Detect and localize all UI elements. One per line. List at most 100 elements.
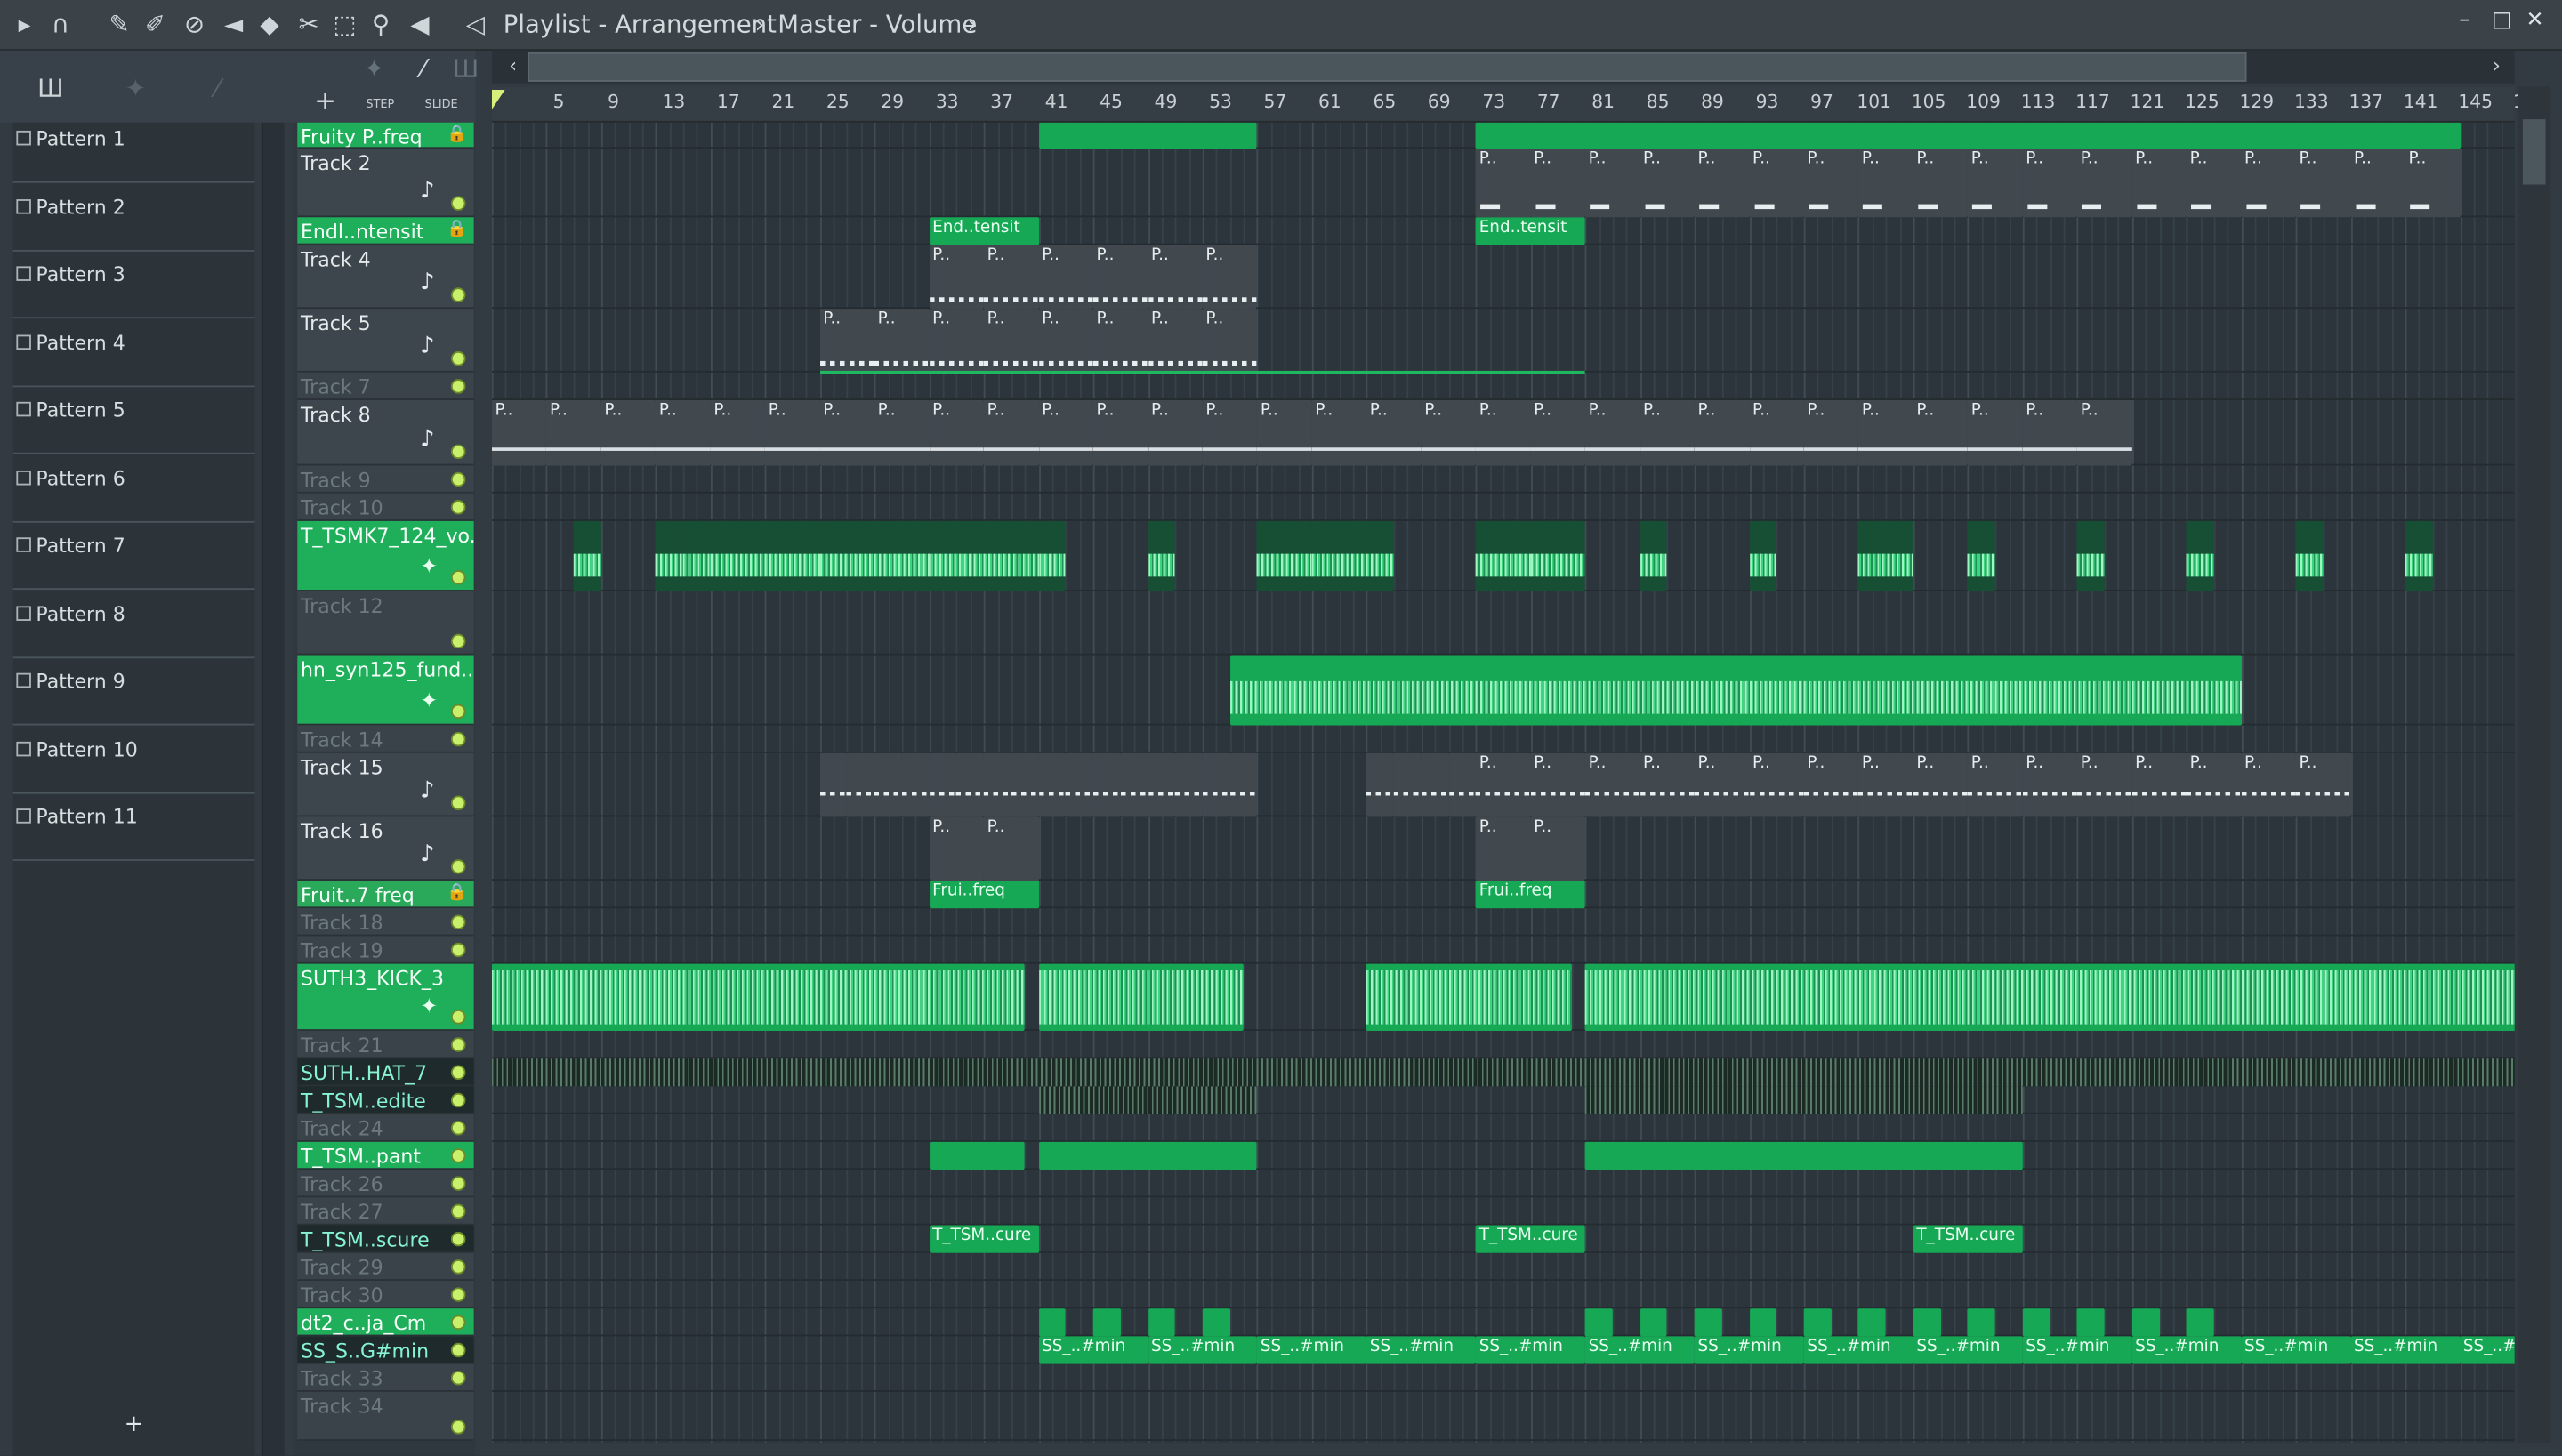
piano-icon[interactable]: Ш (36, 74, 65, 103)
audio-clip[interactable] (1038, 963, 1244, 1031)
pattern-clip[interactable]: P.. (983, 309, 1039, 373)
pattern-clip[interactable]: P.. (1092, 245, 1148, 310)
pattern-clip[interactable] (929, 752, 957, 817)
track-header[interactable]: T_TSMK7_124_vo.. ✦ (297, 520, 474, 591)
pattern-clip[interactable] (1366, 752, 1394, 817)
audio-clip[interactable]: SS_..#min (1257, 1336, 1367, 1364)
pattern-clip[interactable]: P.. (1148, 399, 1203, 466)
pattern-clip[interactable]: P.. (1858, 752, 1913, 817)
track-header[interactable]: Track 34 (297, 1391, 474, 1441)
track-enable-led[interactable] (450, 500, 466, 515)
track-enable-led[interactable] (450, 1370, 466, 1386)
pattern-clip[interactable]: P.. (1038, 245, 1093, 310)
audio-clip[interactable] (1530, 520, 1585, 591)
automation-clip[interactable]: End..tensit (1476, 217, 1585, 245)
pattern-clip[interactable]: P.. (1858, 149, 1913, 218)
pattern-item[interactable]: Pattern 3 (12, 258, 255, 325)
pattern-clip[interactable]: P.. (710, 399, 766, 466)
pattern-clip[interactable]: P.. (1530, 816, 1585, 881)
track-enable-led[interactable] (450, 1120, 466, 1136)
audio-clip[interactable]: SS_..#min (1584, 1336, 1695, 1364)
track-enable-led[interactable] (450, 795, 466, 811)
pattern-clip[interactable]: P.. (1092, 399, 1148, 466)
pattern-clip[interactable] (1175, 752, 1203, 817)
pattern-clip[interactable]: P.. (1476, 816, 1531, 881)
pattern-clip[interactable]: P.. (2186, 752, 2242, 817)
track-header[interactable]: Track 18 (297, 908, 474, 937)
track-enable-led[interactable] (450, 914, 466, 930)
pattern-clip[interactable]: P.. (1476, 149, 1531, 218)
pattern-clip[interactable] (1202, 752, 1230, 817)
pattern-clip[interactable] (1448, 752, 1476, 817)
overview-scroller[interactable]: ‹ › (491, 50, 2515, 84)
pattern-clip[interactable]: P.. (2077, 399, 2132, 466)
track-enable-led[interactable] (450, 570, 466, 585)
track-header[interactable]: Track 14 (297, 725, 474, 753)
track-enable-led[interactable] (450, 471, 466, 487)
audio-clip[interactable] (2186, 520, 2214, 591)
pattern-item[interactable]: Pattern 8 (12, 597, 255, 664)
track-header[interactable]: Track 29 (297, 1252, 474, 1281)
audio-clip[interactable]: SS_..#min (1476, 1336, 1585, 1364)
pattern-clip[interactable]: P.. (491, 399, 547, 466)
track-enable-led[interactable] (450, 1231, 466, 1247)
pencil-icon[interactable]: ✎ (105, 10, 134, 39)
audio-clip[interactable] (1257, 520, 1312, 591)
pattern-clip[interactable]: P.. (1968, 149, 2023, 218)
pattern-clip[interactable]: P.. (819, 309, 875, 373)
track-enable-led[interactable] (450, 379, 466, 394)
piano-mode-icon[interactable]: Ш (451, 54, 480, 84)
pattern-clip[interactable] (874, 752, 902, 817)
track-enable-led[interactable] (450, 1315, 466, 1331)
automation-clip[interactable]: Frui..freq (1476, 880, 1585, 909)
track-header[interactable]: Track 33 (297, 1363, 474, 1392)
track-header[interactable]: T_TSM..pant (297, 1141, 474, 1170)
pattern-clip[interactable]: P.. (1803, 399, 1859, 466)
audio-clip[interactable] (1038, 520, 1067, 591)
automation-clip[interactable]: Frui..freq (929, 880, 1039, 909)
track-enable-led[interactable] (450, 1065, 466, 1081)
breadcrumb-master[interactable]: Master - Volume (777, 10, 977, 39)
audio-clip[interactable]: SS_..#min (1366, 1336, 1476, 1364)
pattern-clip[interactable]: P.. (2295, 752, 2351, 817)
audio-clip[interactable]: T_TSM..cure (1476, 1225, 1585, 1253)
pattern-item[interactable]: Pattern 1 (12, 123, 255, 189)
pattern-clip[interactable]: P.. (1749, 149, 1804, 218)
audio-clip[interactable] (1803, 1308, 1832, 1337)
pattern-clip[interactable]: P.. (1803, 149, 1859, 218)
audio-clip[interactable] (1858, 520, 1913, 591)
pattern-clip[interactable] (901, 752, 930, 817)
pattern-clip[interactable]: P.. (983, 816, 1039, 881)
pattern-clip[interactable] (1038, 752, 1067, 817)
audio-clip[interactable] (1476, 520, 1531, 591)
track-header[interactable]: Track 8 ♪ (297, 399, 474, 466)
pattern-clip[interactable]: P.. (1640, 149, 1695, 218)
track-header[interactable]: Track 30 (297, 1280, 474, 1309)
automation-mode-icon[interactable]: ⁄ (408, 54, 438, 84)
pattern-item[interactable]: Pattern 2 (12, 190, 255, 257)
vertical-scrollbar[interactable] (2518, 86, 2551, 1443)
pattern-clip[interactable]: P.. (1202, 245, 1258, 310)
pattern-clip[interactable] (1066, 752, 1093, 817)
audio-clip[interactable] (1148, 520, 1175, 591)
pattern-clip[interactable] (819, 752, 848, 817)
track-enable-led[interactable] (450, 1037, 466, 1052)
pattern-clip[interactable] (1229, 752, 1258, 817)
pattern-clip[interactable]: P.. (1038, 309, 1093, 373)
audio-clip[interactable] (1749, 1308, 1777, 1337)
pattern-clip[interactable]: P.. (1913, 149, 1969, 218)
pattern-clip[interactable]: P.. (2077, 752, 2132, 817)
delete-icon[interactable]: ⊘ (180, 10, 209, 39)
maximize-icon[interactable]: □ (2492, 8, 2512, 33)
audio-clip[interactable] (2186, 1308, 2214, 1337)
scroll-right-icon[interactable]: › (2482, 51, 2511, 80)
audio-clip[interactable] (1584, 1308, 1613, 1337)
track-header[interactable]: Track 5 ♪ (297, 309, 474, 373)
pattern-clip[interactable] (1421, 752, 1449, 817)
pattern-clip[interactable]: P.. (2022, 752, 2078, 817)
pattern-clip[interactable]: P.. (1476, 752, 1531, 817)
audio-clip[interactable] (2077, 1308, 2105, 1337)
track-header[interactable]: Track 27 (297, 1197, 474, 1226)
track-enable-led[interactable] (450, 1420, 466, 1435)
pattern-clip[interactable] (1393, 752, 1422, 817)
